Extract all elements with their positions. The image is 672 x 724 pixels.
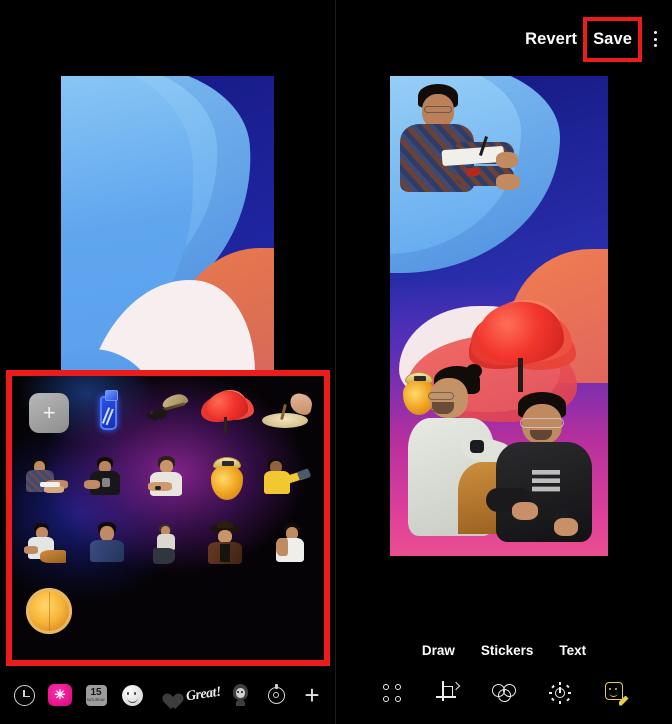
man-blue-shirt-sticker[interactable] [83,519,135,571]
avatar-sticker-icon[interactable] [227,682,253,708]
man-black-tshirt-sticker[interactable] [83,453,135,505]
tree-art [204,391,250,435]
editor-mode-tabs: Draw Stickers Text [336,636,672,664]
wallpaper-preview[interactable] [61,76,274,373]
save-button[interactable]: Save [593,30,632,48]
calendar-icon[interactable]: 15 SATURDAY [83,682,109,708]
smart-suggestions-icon[interactable] [379,680,405,706]
add-glyph: + [304,680,320,710]
person-art [262,522,312,568]
tab-stickers[interactable]: Stickers [481,643,534,658]
tab-text[interactable]: Text [559,643,586,658]
photo-subject-right [486,392,602,550]
pizza-sticker[interactable] [23,585,75,637]
adjust-brightness-icon[interactable] [547,680,573,706]
add-new-sticker[interactable]: + [23,387,75,439]
sticker-tray-highlight: + [6,370,330,666]
markup-sticker-icon[interactable] [603,680,629,706]
person-art [24,456,74,502]
script-text-glyph: Great! [185,684,223,705]
man-plaid-shirt-sticker[interactable] [23,453,75,505]
emoji-icon[interactable] [119,682,145,708]
man-hand-up-sticker[interactable] [261,519,313,571]
add-icon[interactable]: + [299,682,325,708]
man-cowboy-hat-sticker[interactable] [201,519,253,571]
man-white-tshirt-sticker[interactable] [142,453,194,505]
jar-art [210,457,244,501]
man-seated-chair-sticker[interactable] [23,519,75,571]
tab-draw[interactable]: Draw [422,643,455,658]
filters-icon[interactable] [491,680,517,706]
overflow-menu-icon[interactable] [646,26,664,52]
bird-art [145,392,190,433]
sticker-category-bar: ✳ 15 SATURDAY Great! + [0,666,335,724]
editor-header: Revert Save [336,0,672,78]
sticker-picker-screen: + ✳ 15 SATURDAY Great! + [0,0,336,724]
editor-toolbar [336,670,672,716]
person-art [24,522,74,568]
sticker-tray[interactable]: + [12,376,324,660]
man-yellow-shirt-sticker[interactable] [261,453,313,505]
person-art [84,522,134,568]
crop-rotate-icon[interactable] [435,680,461,706]
gear-icon[interactable] [263,682,289,708]
revert-button[interactable]: Revert [525,30,577,49]
calendar-day: 15 [90,686,102,698]
man-sitting-sticker[interactable] [142,519,194,571]
man-plaid-shirt-sticker[interactable] [396,84,520,212]
gif-icon[interactable]: ✳ [47,682,73,708]
bottle-art [100,390,119,430]
save-button-highlight: Save [583,16,642,62]
hand-with-plate-sticker[interactable] [261,387,314,439]
script-text-icon[interactable]: Great! [185,682,222,708]
person-art [262,456,312,502]
person-art [143,456,193,502]
person-art [83,456,134,502]
add-tile-plus: + [29,393,70,433]
blue-bottle-sticker[interactable] [83,387,135,439]
spice-jar-sticker[interactable] [201,453,253,505]
person-art [202,521,252,568]
screenshot-root: + ✳ 15 SATURDAY Great! + Revert Save Dra… [0,0,672,724]
edited-photo-canvas[interactable] [390,76,608,556]
sticker-grid: + [20,384,316,640]
recent-icon[interactable] [11,682,37,708]
calendar-weekday: SATURDAY [86,697,106,702]
red-tree-sticker[interactable] [201,387,253,439]
heart-sticker-icon[interactable] [155,682,181,708]
person-art [143,522,193,568]
pizza-art [26,588,73,634]
photo-editor-screen: Revert Save Draw Stickers Text [336,0,672,724]
plate-art [261,391,314,432]
bird-on-branch-sticker[interactable] [142,387,194,439]
